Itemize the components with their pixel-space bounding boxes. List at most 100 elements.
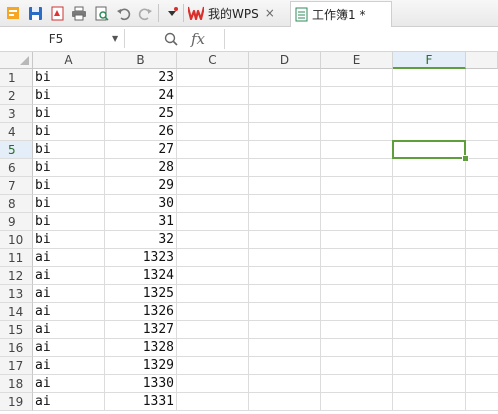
cell-d6[interactable] xyxy=(249,159,321,177)
cell-f13[interactable] xyxy=(393,285,466,303)
cell-c17[interactable] xyxy=(177,357,249,375)
row-header[interactable]: 16 xyxy=(0,339,33,357)
cell-c19[interactable] xyxy=(177,393,249,411)
cell-b13[interactable]: 1325 xyxy=(105,285,177,303)
print-icon[interactable] xyxy=(70,4,88,22)
column-header-b[interactable]: B xyxy=(105,52,177,69)
cell-c14[interactable] xyxy=(177,303,249,321)
cell-a14[interactable]: ai xyxy=(33,303,105,321)
cell-c13[interactable] xyxy=(177,285,249,303)
cell-d13[interactable] xyxy=(249,285,321,303)
cell-f18[interactable] xyxy=(393,375,466,393)
cell-b11[interactable]: 1323 xyxy=(105,249,177,267)
cell-b3[interactable]: 25 xyxy=(105,105,177,123)
cell-c6[interactable] xyxy=(177,159,249,177)
cell-partial[interactable] xyxy=(466,231,498,249)
cell-f10[interactable] xyxy=(393,231,466,249)
cell-e7[interactable] xyxy=(321,177,393,195)
cell-a5[interactable]: bi xyxy=(33,141,105,159)
cell-d5[interactable] xyxy=(249,141,321,159)
cell-d15[interactable] xyxy=(249,321,321,339)
column-header-a[interactable]: A xyxy=(33,52,105,69)
cell-d16[interactable] xyxy=(249,339,321,357)
cell-d1[interactable] xyxy=(249,69,321,87)
row-header[interactable]: 14 xyxy=(0,303,33,321)
cell-c9[interactable] xyxy=(177,213,249,231)
cell-a10[interactable]: bi xyxy=(33,231,105,249)
save-icon[interactable] xyxy=(26,4,44,22)
row-header[interactable]: 10 xyxy=(0,231,33,249)
column-header-d[interactable]: D xyxy=(249,52,321,69)
zoom-icon[interactable] xyxy=(162,30,180,48)
row-header[interactable]: 6 xyxy=(0,159,33,177)
cell-f15[interactable] xyxy=(393,321,466,339)
cell-partial[interactable] xyxy=(466,339,498,357)
print-preview-icon[interactable] xyxy=(92,4,110,22)
undo-icon[interactable] xyxy=(114,4,132,22)
column-header-f[interactable]: F xyxy=(393,52,466,69)
cell-c10[interactable] xyxy=(177,231,249,249)
cell-b8[interactable]: 30 xyxy=(105,195,177,213)
cell-a4[interactable]: bi xyxy=(33,123,105,141)
cell-c3[interactable] xyxy=(177,105,249,123)
pdf-icon[interactable] xyxy=(48,4,66,22)
cell-e13[interactable] xyxy=(321,285,393,303)
name-box[interactable]: F5 ▼ xyxy=(0,29,125,48)
row-header[interactable]: 13 xyxy=(0,285,33,303)
cell-d12[interactable] xyxy=(249,267,321,285)
cell-d19[interactable] xyxy=(249,393,321,411)
cell-f2[interactable] xyxy=(393,87,466,105)
cell-partial[interactable] xyxy=(466,87,498,105)
cell-e17[interactable] xyxy=(321,357,393,375)
cell-f12[interactable] xyxy=(393,267,466,285)
row-header[interactable]: 17 xyxy=(0,357,33,375)
cell-d4[interactable] xyxy=(249,123,321,141)
cell-c2[interactable] xyxy=(177,87,249,105)
row-header[interactable]: 19 xyxy=(0,393,33,411)
chevron-down-icon[interactable]: ▼ xyxy=(112,34,124,43)
cell-c5[interactable] xyxy=(177,141,249,159)
row-header[interactable]: 15 xyxy=(0,321,33,339)
cell-c1[interactable] xyxy=(177,69,249,87)
cell-d11[interactable] xyxy=(249,249,321,267)
cell-a1[interactable]: bi xyxy=(33,69,105,87)
cell-f4[interactable] xyxy=(393,123,466,141)
cell-partial[interactable] xyxy=(466,267,498,285)
cell-d14[interactable] xyxy=(249,303,321,321)
cell-a2[interactable]: bi xyxy=(33,87,105,105)
cell-c12[interactable] xyxy=(177,267,249,285)
cell-e3[interactable] xyxy=(321,105,393,123)
cell-f8[interactable] xyxy=(393,195,466,213)
cell-f9[interactable] xyxy=(393,213,466,231)
cell-partial[interactable] xyxy=(466,69,498,87)
cell-b6[interactable]: 28 xyxy=(105,159,177,177)
cell-e6[interactable] xyxy=(321,159,393,177)
row-header[interactable]: 7 xyxy=(0,177,33,195)
cell-f17[interactable] xyxy=(393,357,466,375)
cell-c4[interactable] xyxy=(177,123,249,141)
row-header[interactable]: 11 xyxy=(0,249,33,267)
cell-b19[interactable]: 1331 xyxy=(105,393,177,411)
cell-partial[interactable] xyxy=(466,105,498,123)
cell-e10[interactable] xyxy=(321,231,393,249)
cell-e15[interactable] xyxy=(321,321,393,339)
cell-partial[interactable] xyxy=(466,123,498,141)
column-header-partial[interactable] xyxy=(466,52,498,69)
app-logo-icon[interactable] xyxy=(4,4,22,22)
cell-e14[interactable] xyxy=(321,303,393,321)
close-icon[interactable]: × xyxy=(265,6,275,20)
cell-partial[interactable] xyxy=(466,303,498,321)
cell-d2[interactable] xyxy=(249,87,321,105)
row-header[interactable]: 4 xyxy=(0,123,33,141)
cell-b4[interactable]: 26 xyxy=(105,123,177,141)
cell-c11[interactable] xyxy=(177,249,249,267)
cell-a7[interactable]: bi xyxy=(33,177,105,195)
cell-f14[interactable] xyxy=(393,303,466,321)
row-header[interactable]: 5 xyxy=(0,141,33,159)
cell-e18[interactable] xyxy=(321,375,393,393)
row-header[interactable]: 2 xyxy=(0,87,33,105)
cell-f16[interactable] xyxy=(393,339,466,357)
cell-partial[interactable] xyxy=(466,375,498,393)
cell-b2[interactable]: 24 xyxy=(105,87,177,105)
cell-partial[interactable] xyxy=(466,357,498,375)
